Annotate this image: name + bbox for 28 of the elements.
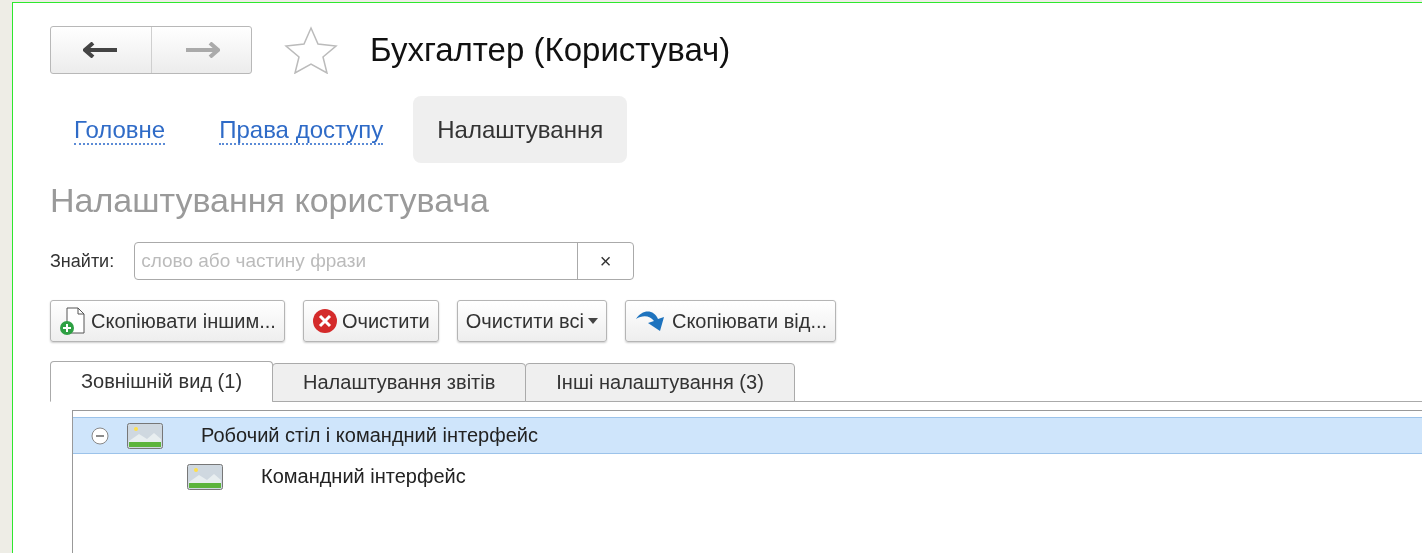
- toolbar-button[interactable]: Очистити: [302, 300, 439, 342]
- page-heading: Налаштування користувача: [50, 181, 490, 220]
- toolbar-button[interactable]: Скопіювати іншим...: [50, 300, 285, 342]
- tree-row[interactable]: Командний інтерфейс: [73, 458, 1422, 495]
- picture-icon: [127, 422, 163, 449]
- arrow-right-icon: [183, 42, 220, 58]
- tree-item-label: Командний інтерфейс: [261, 465, 466, 488]
- search-label: Знайти:: [50, 250, 115, 272]
- section-tab[interactable]: Права доступу: [195, 96, 408, 163]
- caret-icon: [587, 318, 598, 324]
- arrow-left-icon: [83, 42, 119, 58]
- dropdown-button[interactable]: Очистити всі: [456, 300, 607, 342]
- tree-row[interactable]: Робочий стіл і командний інтерфейс: [73, 417, 1422, 454]
- section-tab[interactable]: Налаштування: [413, 96, 628, 163]
- picture-icon: [187, 463, 223, 490]
- tab[interactable]: Налаштування звітів: [272, 363, 527, 402]
- clear-button[interactable]: ×: [577, 243, 634, 279]
- star-icon[interactable]: [282, 26, 340, 74]
- tree-item-label: Робочий стіл і командний інтерфейс: [201, 424, 538, 447]
- search-field[interactable]: слово або частину фрази ×: [134, 242, 635, 280]
- window-title: Бухгалтер (Користувач): [370, 31, 731, 69]
- collapse-icon[interactable]: [91, 426, 109, 445]
- toolbar-button[interactable]: Скопіювати від...: [624, 300, 837, 342]
- close-icon: [311, 308, 338, 334]
- tab[interactable]: Зовнішній вид (1): [50, 361, 274, 402]
- tab[interactable]: Інші налаштування (3): [525, 363, 795, 402]
- document-add-icon: [59, 306, 87, 336]
- section-tab[interactable]: Головне: [50, 96, 190, 163]
